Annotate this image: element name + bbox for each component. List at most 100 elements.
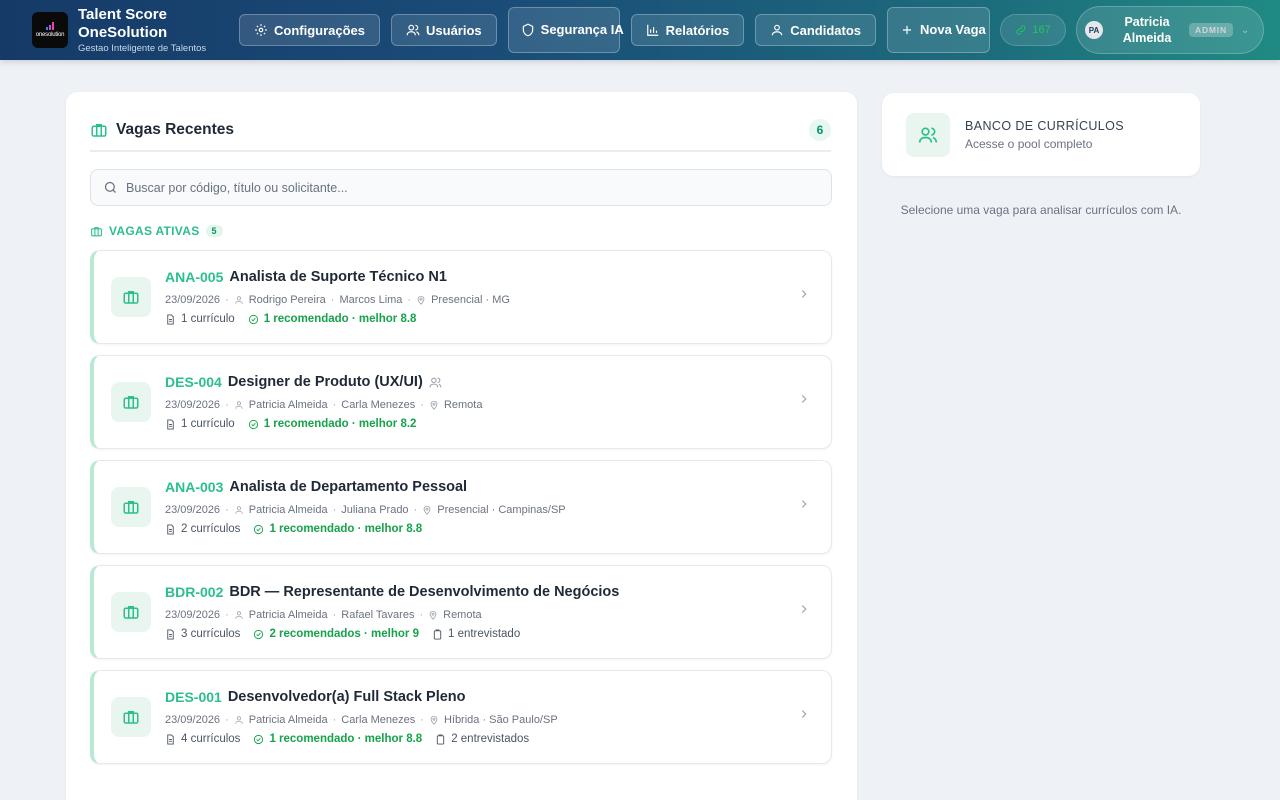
nav-seguranca-ia-button[interactable]: Segurança IA <box>507 7 624 53</box>
shield-icon <box>522 23 533 37</box>
panel-header: Vagas Recentes 6 <box>90 110 831 152</box>
nav-configuracoes-button[interactable]: Configurações <box>239 14 381 46</box>
job-title: Designer de Produto (UX/UI) <box>227 374 423 390</box>
chevron-down-icon: ⌄ <box>1240 24 1250 36</box>
job-code: DES-004 <box>165 374 222 390</box>
chevron-right-icon <box>801 395 807 403</box>
job-interviewed: 2 entrevistados <box>451 733 530 745</box>
job-recommended: 2 recomendados · melhor 9 <box>269 628 419 640</box>
resume-bank-card[interactable]: BANCO DE CURRÍCULOS Acesse o pool comple… <box>882 93 1200 176</box>
job-code: ANA-005 <box>165 269 224 285</box>
briefcase-icon <box>91 124 107 137</box>
job-recruiter: Rafael Tavares <box>341 609 415 621</box>
logo-text: onesolution <box>35 32 65 38</box>
search-input[interactable] <box>126 180 806 195</box>
nova-vaga-button[interactable]: Nova Vaga <box>887 7 991 53</box>
location-pin-icon <box>430 400 438 410</box>
avatar: PA <box>1085 21 1104 39</box>
job-requester: Patricia Almeida <box>248 609 328 621</box>
user-icon <box>234 716 243 724</box>
user-icon <box>234 296 243 304</box>
job-stats: 3 currículos 2 recomendados · melhor 9 1… <box>165 628 520 640</box>
job-recruiter: Carla Menezes <box>341 714 416 726</box>
location-pin-icon <box>423 505 431 515</box>
job-icon <box>111 382 151 422</box>
nav-seguranca-ia-label: Segurança IA <box>540 22 624 37</box>
nav-usuarios-button[interactable]: Usuários <box>391 14 497 46</box>
clipboard-icon <box>433 628 442 640</box>
job-card[interactable]: BDR-002 BDR — Representante de Desenvolv… <box>90 565 832 659</box>
job-meta: 23/09/2026 · Patricia Almeida · Carla Mene… <box>165 714 558 726</box>
check-circle-icon <box>254 524 264 534</box>
user-icon <box>771 24 783 36</box>
job-code: ANA-003 <box>165 479 224 495</box>
users-icon <box>918 126 938 143</box>
location-pin-icon <box>417 295 425 305</box>
job-recruiter: Carla Menezes <box>341 399 416 411</box>
document-icon <box>167 733 174 745</box>
job-requester: Patricia Almeida <box>248 714 328 726</box>
job-card[interactable]: DES-001 Desenvolvedor(a) Full Stack Plen… <box>90 670 832 764</box>
job-location: Presencial · MG <box>431 294 510 306</box>
job-title: Desenvolvedor(a) Full Stack Pleno <box>227 689 466 705</box>
user-icon <box>234 401 243 409</box>
document-icon <box>167 628 174 640</box>
job-requester: Rodrigo Pereira <box>248 294 326 306</box>
job-location: Remota <box>443 399 483 411</box>
link-count-pill[interactable]: 167 <box>1000 14 1067 46</box>
job-title: Analista de Suporte Técnico N1 <box>229 269 447 285</box>
job-title-row: BDR-002 BDR — Representante de Desenvolv… <box>165 584 619 600</box>
briefcase-icon <box>123 396 139 409</box>
job-recommended: 1 recomendado · melhor 8.8 <box>269 733 423 745</box>
job-meta: 23/09/2026 · Patricia Almeida · Rafael Tav… <box>165 609 482 621</box>
job-code: DES-001 <box>165 689 222 705</box>
bank-icon <box>906 112 950 157</box>
role-badge: ADMIN <box>1189 23 1233 37</box>
job-requester: Patricia Almeida <box>248 504 328 516</box>
job-recommended: 1 recomendado · melhor 8.8 <box>263 313 417 325</box>
user-name: Patricia Almeida <box>1122 15 1172 45</box>
nav-relatorios-label: Relatórios <box>665 22 730 38</box>
check-circle-icon <box>254 734 264 744</box>
jobs-count-badge: 6 <box>809 119 831 141</box>
location-pin-icon <box>430 715 438 725</box>
logo-bars-icon <box>46 22 54 30</box>
job-title-row: ANA-005 Analista de Suporte Técnico N1 <box>165 269 447 285</box>
search-icon <box>104 181 116 193</box>
job-card[interactable]: DES-004 Designer de Produto (UX/UI) 23/0… <box>90 355 832 449</box>
nav-relatorios-button[interactable]: Relatórios <box>630 14 745 46</box>
chevron-right-icon <box>801 290 807 298</box>
job-resumes: 3 currículos <box>181 628 241 640</box>
document-icon <box>167 523 174 535</box>
bank-subtitle: Acesse o pool completo <box>965 136 1093 151</box>
location-pin-icon <box>429 610 437 620</box>
job-location: Presencial · Campinas/SP <box>437 504 566 516</box>
job-code: BDR-002 <box>165 584 224 600</box>
job-location: Híbrida · São Paulo/SP <box>443 714 558 726</box>
job-card[interactable]: ANA-005 Analista de Suporte Técnico N1 2… <box>90 250 832 344</box>
users-icon <box>406 24 420 36</box>
user-menu[interactable]: PA Patricia Almeida ADMIN ⌄ <box>1076 6 1265 54</box>
job-date: 23/09/2026 <box>165 294 221 306</box>
bar-chart-icon <box>646 24 658 36</box>
section-label-active-jobs: VAGAS ATIVAS 5 <box>90 224 223 238</box>
job-requester: Patricia Almeida <box>248 399 328 411</box>
plus-icon <box>902 25 912 35</box>
job-title: BDR — Representante de Desenvolvimento d… <box>229 584 620 600</box>
job-resumes: 2 currículos <box>181 523 241 535</box>
job-recommended: 1 recomendado · melhor 8.2 <box>263 418 417 430</box>
nav-candidatos-button[interactable]: Candidatos <box>755 14 877 46</box>
company-logo[interactable]: onesolution <box>32 12 68 48</box>
document-icon <box>167 313 174 325</box>
job-title-row: DES-001 Desenvolvedor(a) Full Stack Plen… <box>165 689 466 705</box>
job-icon <box>111 277 151 317</box>
users-icon <box>429 377 442 387</box>
job-card[interactable]: ANA-003 Analista de Departamento Pessoal… <box>90 460 832 554</box>
briefcase-icon <box>123 291 139 304</box>
job-stats: 2 currículos 1 recomendado · melhor 8.8 <box>165 523 422 535</box>
brand-title: Talent Score OneSolution <box>78 6 168 41</box>
top-navigation-bar: onesolution Talent Score OneSolution Ges… <box>0 0 1280 60</box>
job-date: 23/09/2026 <box>165 714 221 726</box>
document-icon <box>167 418 174 430</box>
clipboard-icon <box>437 733 445 745</box>
